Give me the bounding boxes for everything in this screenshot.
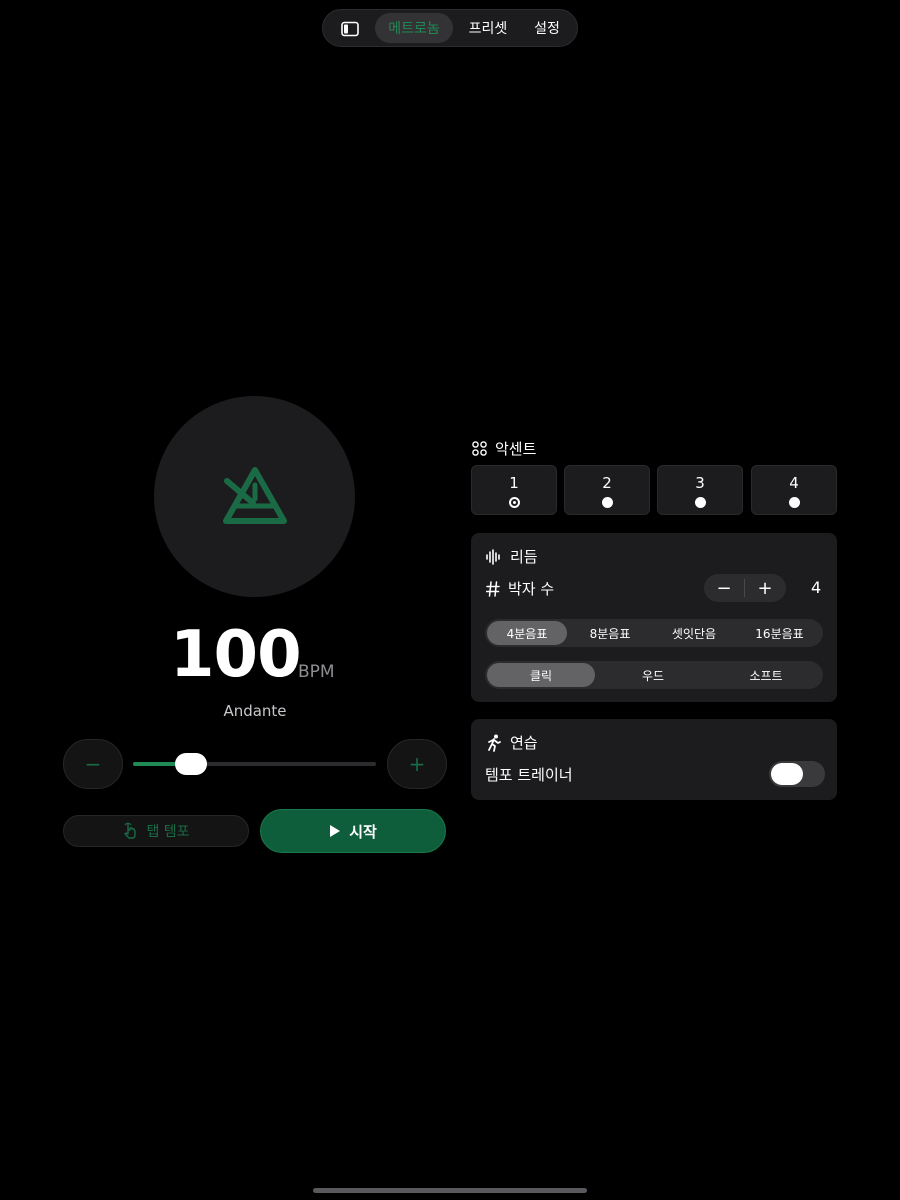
waveform-icon: [486, 548, 500, 565]
subdivision-quarter[interactable]: 4분음표: [487, 621, 567, 645]
rhythm-card: 리듬 박자 수 − + 4 4분음표 8분음표 셋잇단음 16분음표 클릭 우드…: [471, 533, 837, 702]
accent-beat-1[interactable]: 1: [471, 465, 557, 515]
bpm-unit: BPM: [298, 662, 335, 682]
toggle-knob: [771, 763, 803, 785]
subdivision-triplet[interactable]: 셋잇단음: [654, 621, 734, 645]
sidebar-toggle-icon[interactable]: [337, 16, 363, 42]
beat-number: 2: [602, 474, 612, 492]
beat-number: 1: [509, 474, 519, 492]
dots-grid-icon: [472, 441, 487, 456]
practice-card: 연습 템포 트레이너: [471, 719, 837, 800]
sound-click[interactable]: 클릭: [487, 663, 595, 687]
beats-row-label: 박자 수: [486, 578, 554, 599]
tab-settings[interactable]: 설정: [521, 13, 573, 43]
plus-icon: +: [408, 752, 426, 776]
sound-soft[interactable]: 소프트: [711, 663, 821, 687]
beat-number: 3: [695, 474, 705, 492]
subdivision-selector: 4분음표 8분음표 셋잇단음 16분음표: [485, 619, 823, 647]
rhythm-title: 리듬: [510, 548, 538, 566]
minus-icon: −: [84, 752, 102, 776]
tap-tempo-button[interactable]: 탭 템포: [63, 815, 249, 847]
accent-beat-4[interactable]: 4: [751, 465, 837, 515]
start-button[interactable]: 시작: [260, 809, 446, 853]
tempo-trainer-toggle[interactable]: [769, 761, 825, 787]
home-indicator: [313, 1188, 587, 1193]
tempo-trainer-label: 템포 트레이너: [485, 766, 573, 784]
beat-marker: [789, 497, 800, 508]
tap-hand-icon: [124, 822, 137, 839]
practice-header: 연습: [486, 732, 538, 753]
metronome-icon: [222, 466, 287, 524]
tab-presets[interactable]: 프리셋: [458, 13, 518, 43]
metronome-visual[interactable]: [154, 396, 355, 597]
beat-number: 4: [789, 474, 799, 492]
bpm-increment-button[interactable]: +: [387, 739, 447, 789]
beats-stepper: − +: [704, 574, 786, 602]
top-navigation: 메트로놈 프리셋 설정: [322, 9, 578, 47]
accent-beat-2[interactable]: 2: [564, 465, 650, 515]
beats-label: 박자 수: [508, 580, 555, 598]
practice-title: 연습: [510, 734, 538, 752]
accent-title: 악센트: [495, 440, 537, 458]
start-label: 시작: [349, 822, 377, 841]
bpm-slider-thumb[interactable]: [175, 753, 208, 775]
beat-marker: [602, 497, 613, 508]
accent-header: 악센트: [472, 438, 536, 459]
tap-tempo-label: 탭 템포: [146, 824, 190, 840]
play-icon: [330, 825, 341, 837]
running-figure-icon: [488, 734, 501, 752]
bpm-slider[interactable]: [133, 753, 376, 775]
bpm-decrement-button[interactable]: −: [63, 739, 123, 789]
beat-marker: [695, 497, 706, 508]
beats-value: 4: [811, 578, 822, 597]
tempo-marking: Andante: [223, 702, 287, 720]
sound-wood[interactable]: 우드: [599, 663, 707, 687]
rhythm-header: 리듬: [486, 546, 538, 567]
accent-marker: [509, 497, 520, 508]
bpm-value: 100: [170, 618, 302, 692]
beats-decrement-button[interactable]: −: [704, 574, 744, 602]
number-sign-icon: [486, 580, 500, 597]
sound-selector: 클릭 우드 소프트: [485, 661, 823, 689]
subdivision-sixteenth[interactable]: 16분음표: [738, 621, 821, 645]
accent-beat-3[interactable]: 3: [657, 465, 743, 515]
beats-increment-button[interactable]: +: [745, 574, 785, 602]
subdivision-eighth[interactable]: 8분음표: [570, 621, 650, 645]
tab-metronome[interactable]: 메트로놈: [375, 13, 453, 43]
